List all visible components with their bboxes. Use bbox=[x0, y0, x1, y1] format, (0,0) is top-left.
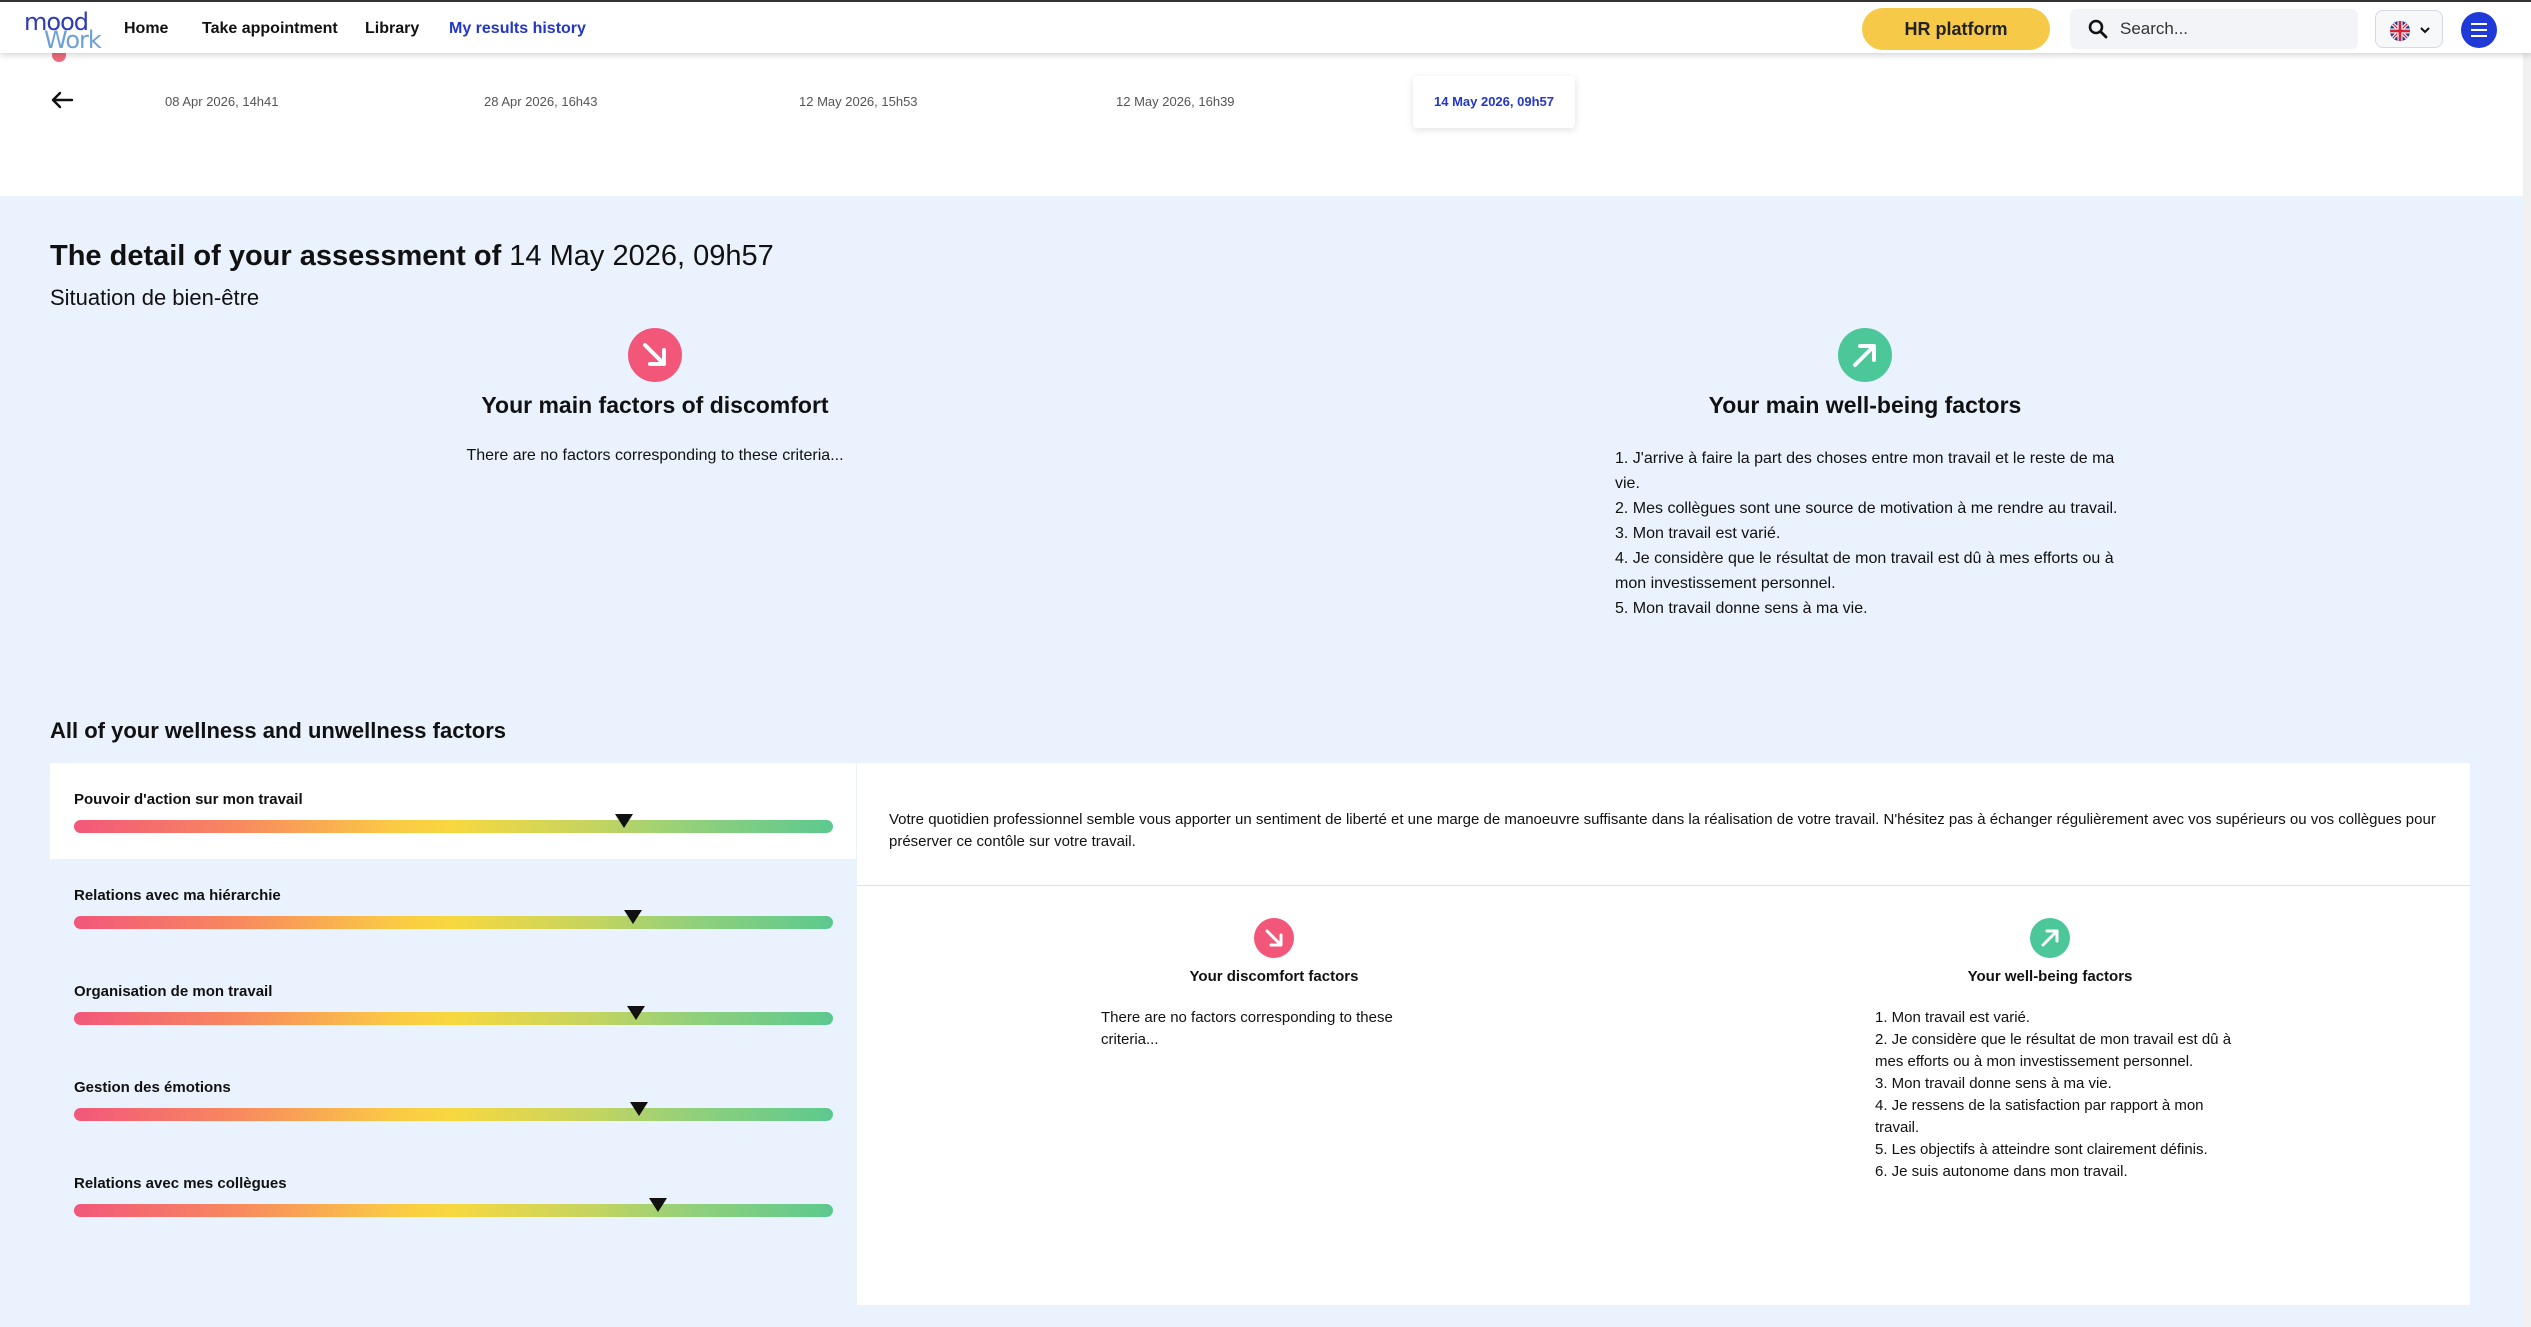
top-navbar: mood Work Home Take appointment Library … bbox=[0, 0, 2531, 54]
logo-bottom-text: Work bbox=[44, 26, 102, 54]
chevron-down-icon bbox=[2420, 27, 2430, 34]
history-date-tab[interactable]: 08 Apr 2026, 14h41 bbox=[165, 94, 279, 109]
history-date-tab[interactable]: 28 Apr 2026, 16h43 bbox=[484, 94, 598, 109]
page-title: The detail of your assessment of 14 May … bbox=[50, 240, 774, 273]
arrow-down-right-icon bbox=[628, 328, 682, 382]
arrow-up-right-icon bbox=[2030, 918, 2070, 958]
factors-section-title: All of your wellness and unwellness fact… bbox=[50, 718, 507, 743]
factor-gauge bbox=[74, 1012, 833, 1025]
factor-bar-item[interactable]: Organisation de mon travail bbox=[50, 955, 856, 1051]
list-item: 3. Mon travail est varié. bbox=[1615, 525, 1781, 542]
nav-home[interactable]: Home bbox=[124, 20, 168, 38]
marker-triangle-icon bbox=[626, 1006, 645, 1020]
search-box[interactable] bbox=[2070, 9, 2358, 49]
marker-triangle-icon bbox=[630, 1102, 649, 1116]
list-item: 5. Mon travail donne sens à ma vie. bbox=[1615, 600, 1868, 617]
discomfort-title: Your main factors of discomfort bbox=[481, 392, 829, 418]
factor-gauge bbox=[74, 1108, 833, 1121]
factor-label: Pouvoir d'action sur mon travail bbox=[74, 791, 303, 808]
nav-library[interactable]: Library bbox=[365, 20, 419, 38]
assessment-subtitle: Situation de bien-être bbox=[50, 285, 260, 310]
list-item: 2. Je considère que le résultat de mon t… bbox=[1875, 1031, 2232, 1070]
marker-triangle-icon bbox=[624, 910, 643, 924]
list-item: 5. Les objectifs à atteindre sont claire… bbox=[1875, 1141, 2208, 1158]
factor-label: Organisation de mon travail bbox=[74, 983, 273, 1000]
detail-wellbeing-title: Your well-being factors bbox=[1967, 968, 2133, 985]
divider bbox=[857, 885, 2470, 886]
factor-gauge bbox=[74, 1204, 833, 1217]
factor-description: Votre quotidien professionnel semble vou… bbox=[889, 811, 2436, 850]
factor-bar-item[interactable]: Gestion des émotions bbox=[50, 1051, 856, 1147]
title-date: 14 May 2026, 09h57 bbox=[509, 240, 774, 272]
factor-label: Gestion des émotions bbox=[74, 1079, 231, 1096]
list-item: 4. Je ressens de la satisfaction par rap… bbox=[1875, 1097, 2204, 1136]
arrow-left-icon[interactable] bbox=[48, 86, 76, 114]
hr-platform-button[interactable]: HR platform bbox=[1862, 8, 2050, 50]
factor-gauge bbox=[74, 820, 833, 833]
nav-results-history[interactable]: My results history bbox=[449, 20, 586, 38]
arrow-down-right-icon bbox=[1254, 918, 1294, 958]
factor-label: Relations avec ma hiérarchie bbox=[74, 887, 281, 904]
nav-take-appointment[interactable]: Take appointment bbox=[202, 20, 338, 38]
detail-discomfort-title: Your discomfort factors bbox=[1189, 968, 1359, 985]
page-scrollbar[interactable] bbox=[2523, 0, 2531, 1327]
flag-uk-icon bbox=[2390, 21, 2410, 41]
factor-bar-item[interactable]: Relations avec ma hiérarchie bbox=[50, 859, 856, 955]
factor-bar-item[interactable]: Pouvoir d'action sur mon travail bbox=[50, 763, 856, 859]
language-selector[interactable] bbox=[2375, 10, 2443, 48]
moodwork-logo[interactable]: mood Work bbox=[22, 8, 102, 54]
list-item: 3. Mon travail donne sens à ma vie. bbox=[1875, 1075, 2112, 1092]
factor-label: Relations avec mes collègues bbox=[74, 1175, 287, 1192]
search-input[interactable] bbox=[2120, 15, 2340, 43]
factor-bar-item[interactable]: Relations avec mes collègues bbox=[50, 1147, 856, 1243]
marker-triangle-icon bbox=[615, 814, 634, 828]
history-date-tab-active[interactable]: 14 May 2026, 09h57 bbox=[1413, 76, 1575, 128]
wellbeing-title: Your main well-being factors bbox=[1708, 392, 2022, 418]
marker-triangle-icon bbox=[649, 1198, 668, 1212]
factor-gauge bbox=[74, 916, 833, 929]
list-item: 1. J'arrive à faire la part des choses e… bbox=[1615, 450, 2115, 492]
discomfort-empty-text: There are no factors corresponding to th… bbox=[466, 447, 844, 464]
factor-detail-panel: Votre quotidien professionnel semble vou… bbox=[857, 763, 2470, 1305]
detail-wellbeing-list: 1. Mon travail est varié. 2. Je considèr… bbox=[1875, 1007, 2235, 1183]
list-item: 2. Mes collègues sont une source de moti… bbox=[1615, 500, 2118, 517]
detail-discomfort-empty: There are no factors corresponding to th… bbox=[1101, 1009, 1393, 1048]
list-item: 4. Je considère que le résultat de mon t… bbox=[1615, 550, 2114, 592]
list-item: 1. Mon travail est varié. bbox=[1875, 1009, 2031, 1026]
search-icon bbox=[2088, 19, 2108, 39]
title-prefix: The detail of your assessment of bbox=[50, 240, 502, 272]
wellbeing-list: 1. J'arrive à faire la part des choses e… bbox=[1615, 446, 2135, 621]
history-date-tab[interactable]: 12 May 2026, 16h39 bbox=[1116, 94, 1235, 109]
list-item: 6. Je suis autonome dans mon travail. bbox=[1875, 1163, 2128, 1180]
menu-icon[interactable] bbox=[2461, 12, 2497, 48]
arrow-up-right-icon bbox=[1838, 328, 1892, 382]
history-date-tab[interactable]: 12 May 2026, 15h53 bbox=[799, 94, 918, 109]
